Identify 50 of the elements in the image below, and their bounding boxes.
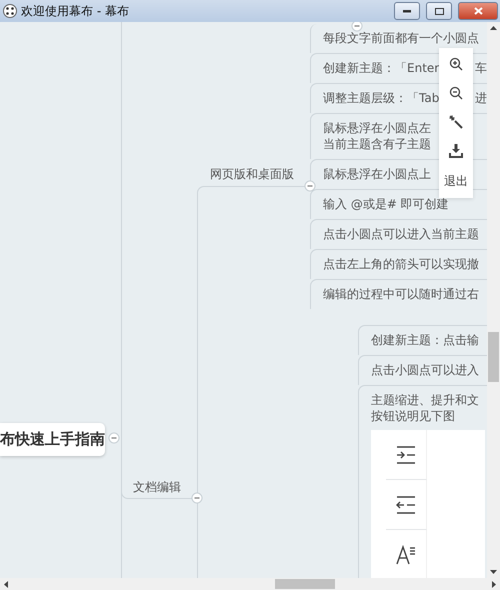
font-icon (396, 544, 416, 564)
topic-text: 编辑的过程中可以随时通过右 (323, 286, 479, 302)
zoom-in-icon[interactable] (449, 57, 463, 71)
collapse-toggle[interactable] (304, 180, 316, 192)
branch-label: 文档编辑 (133, 479, 181, 496)
topic-text: 当前主题含有子主题 (323, 136, 431, 152)
scrollbar-thumb[interactable] (275, 579, 335, 589)
branch-label: 网页版和桌面版 (210, 166, 294, 183)
topic-text: 鼠标悬浮在小圆点上 (323, 166, 431, 182)
indent-icon (396, 446, 416, 464)
scroll-right-icon[interactable] (492, 580, 496, 588)
window-title: 欢迎使用幕布 - 幕布 (21, 2, 130, 20)
minus-icon (354, 22, 360, 30)
exit-button[interactable]: 退出 (444, 173, 468, 190)
collapse-toggle[interactable] (192, 492, 202, 504)
magic-wand-icon[interactable] (449, 115, 463, 129)
topic-text: 按钮说明见下图 (371, 408, 455, 424)
topic-text: 每段文字前面都有一个小圆点 (323, 30, 479, 46)
maximize-icon (434, 8, 444, 14)
zoom-out-icon[interactable] (449, 86, 463, 100)
minimize-icon (403, 10, 411, 12)
topic-item[interactable]: 主题缩进、提升和文 按钮说明见下图 (358, 385, 487, 578)
minimize-button[interactable] (394, 2, 420, 20)
close-icon (474, 7, 482, 15)
topic-text: 点击左上角的箭头可以实现撤 (323, 256, 479, 272)
minus-icon (110, 434, 118, 442)
topic-text: 点击小圆点可以进入 (371, 362, 479, 378)
scrollbar-thumb[interactable] (488, 332, 499, 382)
collapse-toggle[interactable] (108, 432, 120, 444)
outdent-icon (396, 496, 416, 514)
topic-text: 点击小圆点可以进入当前主题 (323, 226, 479, 242)
topic-text: 创建新主题：「Enter (323, 60, 440, 76)
maximize-button[interactable] (426, 2, 452, 20)
scroll-up-icon[interactable] (490, 26, 497, 30)
topic-text: 鼠标悬浮在小圆点左 (323, 120, 431, 136)
minus-icon (194, 494, 200, 502)
minus-icon (306, 182, 314, 190)
download-icon[interactable] (449, 144, 463, 158)
topic-text: 车 (475, 60, 487, 76)
topic-text: 创建新主题：点击输 (371, 332, 479, 348)
topic-text: 输入 @或是# 即可创建 (323, 196, 449, 212)
scroll-down-icon[interactable] (490, 570, 497, 574)
scroll-left-icon[interactable] (4, 580, 8, 588)
topic-text: 调整主题层级：「Tab (323, 90, 440, 106)
topic-text: 主题缩进、提升和文 (371, 392, 479, 408)
root-topic[interactable]: 布快速上手指南 (0, 423, 105, 456)
app-logo-icon (3, 4, 17, 18)
topic-text: 进 (475, 90, 487, 106)
collapse-toggle[interactable] (352, 22, 362, 32)
close-button[interactable] (458, 2, 498, 20)
